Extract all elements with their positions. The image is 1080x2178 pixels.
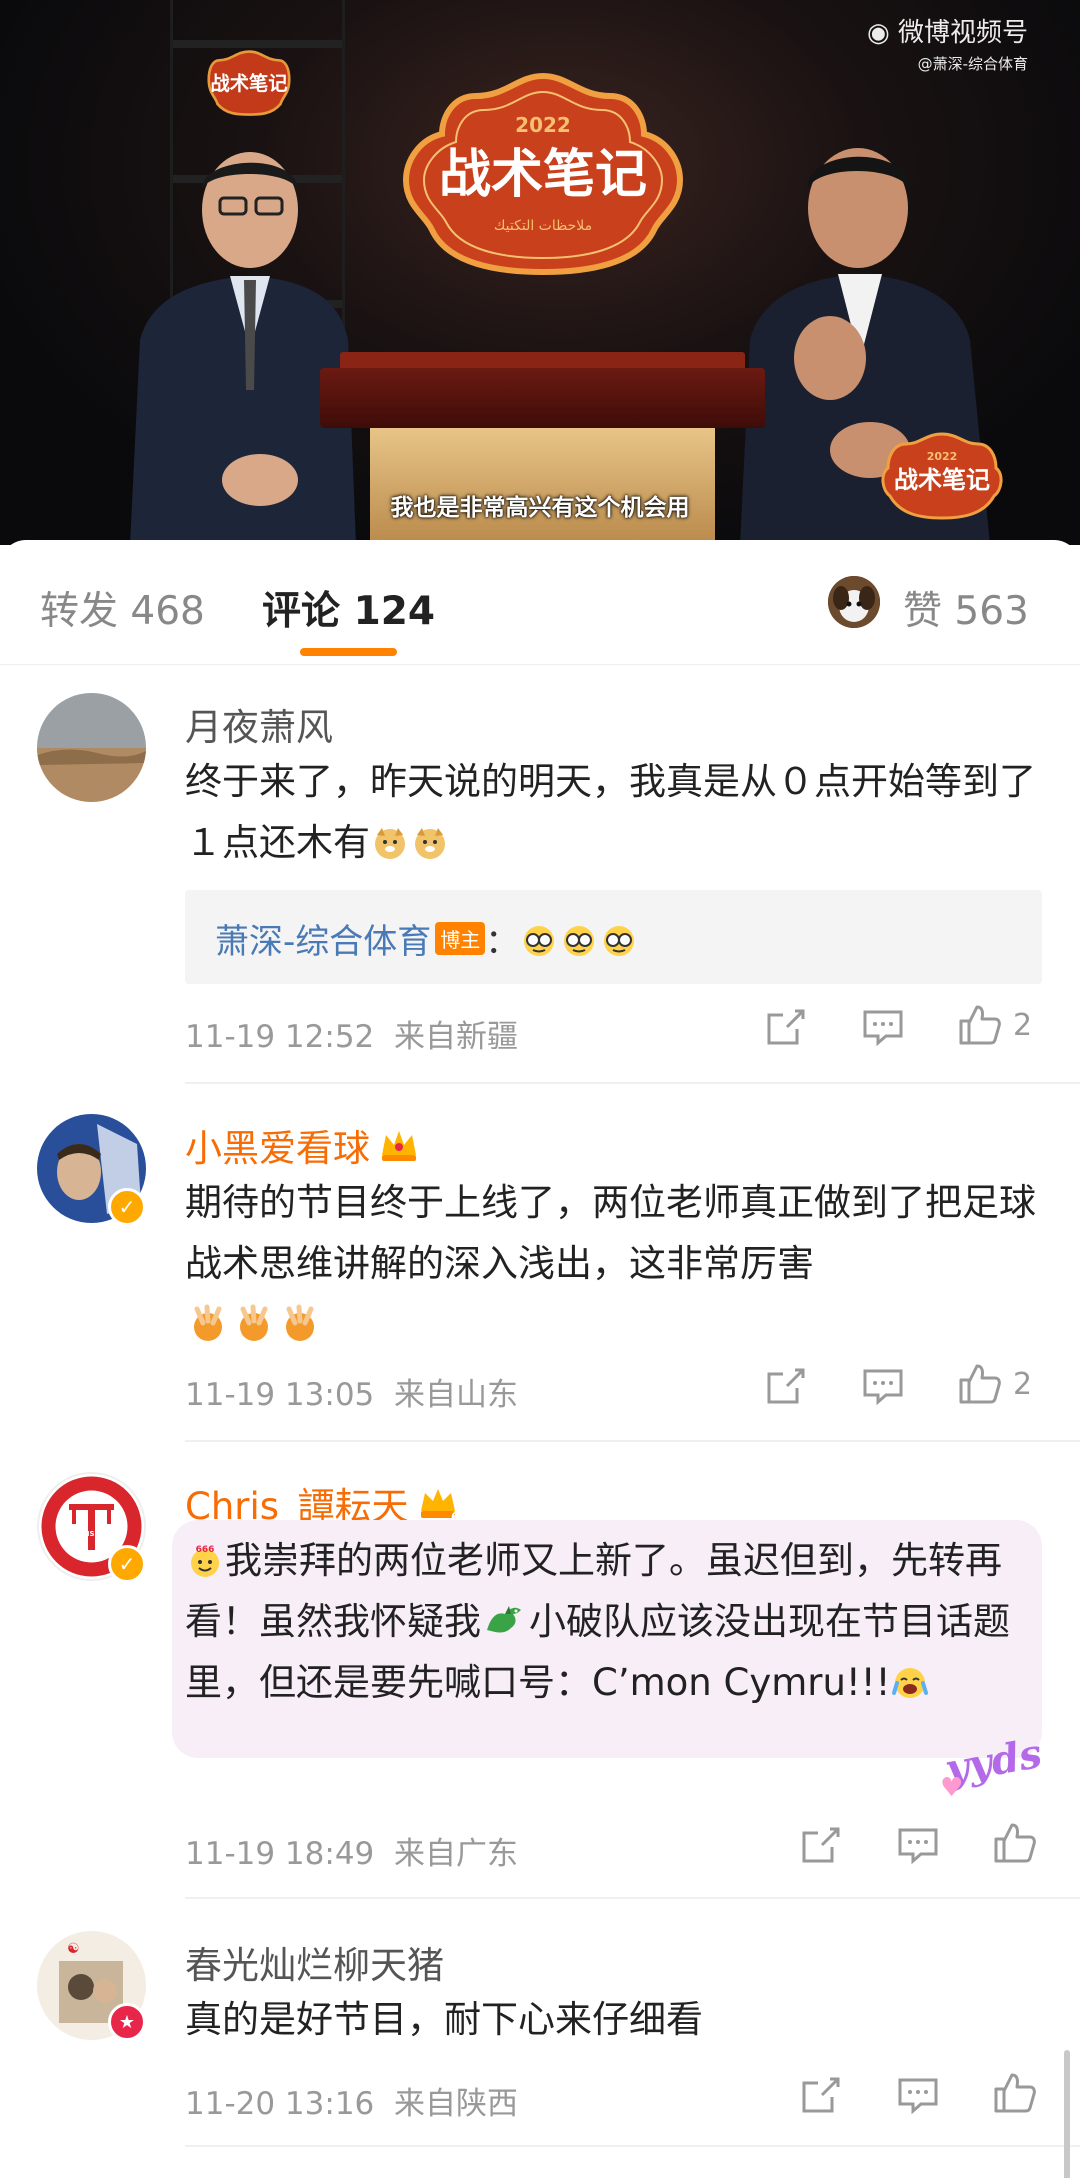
- like-count: 2: [1013, 1007, 1033, 1043]
- verified-badge-icon: ✓: [108, 1545, 146, 1583]
- svg-text:666: 666: [196, 1545, 215, 1555]
- comment-text: 666 我崇拜的两位老师又上新了。虽迟但到，先转再看！虽然我怀疑我 小破队应该没出现…: [185, 1539, 1010, 1704]
- reply-button[interactable]: [862, 1366, 904, 1406]
- verified-badge-icon: ✓: [108, 1188, 146, 1226]
- weibo-video-watermark: ◉ 微博视频号 @萧深-综合体育: [867, 18, 1028, 73]
- tab-bar: 转发 468 评论 124 赞 563: [0, 540, 1080, 665]
- svg-text:2022: 2022: [515, 113, 571, 137]
- comment-text: 真的是好节目，耐下心来仔细看: [185, 1998, 703, 2041]
- comment-icon: [863, 1369, 903, 1406]
- share-button[interactable]: [800, 2075, 842, 2115]
- video-player[interactable]: 战术笔记 2022 战术笔记 ملاحظات التكتيك 2022 战术笔记: [0, 0, 1080, 545]
- tab-like[interactable]: 赞 563: [903, 580, 1029, 636]
- thumbs-up-icon: [994, 1823, 1036, 1863]
- share-icon: [802, 1827, 840, 1863]
- comment-meta: 11-19 13:05 来自山东: [185, 1377, 518, 1413]
- crying-laugh-emoji-icon: [890, 1661, 930, 1704]
- comment-meta: 11-20 13:16 来自陕西: [185, 2086, 518, 2122]
- svg-text:战术笔记: 战术笔记: [439, 145, 647, 205]
- comment-author[interactable]: 月夜萧风: [185, 697, 333, 751]
- share-icon: [767, 1009, 805, 1045]
- like-count: 2: [1013, 1366, 1033, 1402]
- welsh-dragon-icon: [481, 1600, 529, 1643]
- nerd-emoji-icon: [559, 922, 599, 962]
- nerd-emoji-icon: [599, 922, 639, 962]
- reply-button[interactable]: [897, 2075, 939, 2115]
- svg-text:2022: 2022: [927, 450, 958, 463]
- comment-meta: 11-19 18:49 来自广东: [185, 1836, 518, 1872]
- clapping-emoji-icon: [231, 1303, 277, 1346]
- comment-item: 月夜萧风 终于来了，昨天说的明天，我真是从０点开始等到了１点还木有 萧深-综合体…: [0, 665, 1080, 1055]
- show-logo-small: 战术笔记: [207, 50, 291, 116]
- svg-text:战术笔记: 战术笔记: [211, 72, 288, 95]
- comment-author[interactable]: 小黑爱看球: [185, 1118, 420, 1172]
- divider: [185, 2145, 1080, 2147]
- like-button[interactable]: 2: [957, 1003, 1032, 1047]
- 666-emoji-icon: 666: [185, 1539, 225, 1582]
- share-icon: [802, 2077, 840, 2113]
- clapping-emoji-icon: [185, 1303, 231, 1346]
- author-reply[interactable]: 萧深-综合体育 博主：: [185, 890, 1042, 984]
- comment-meta: 11-19 12:52 来自新疆: [185, 1019, 518, 1055]
- comment-icon: [863, 1010, 903, 1047]
- like-button[interactable]: [992, 2071, 1038, 2115]
- tab-active-indicator: [300, 648, 397, 656]
- comment-icon: [898, 1828, 938, 1865]
- share-button[interactable]: [800, 1825, 842, 1865]
- tab-comment[interactable]: 评论 124: [262, 580, 435, 636]
- divider: [185, 1082, 1080, 1084]
- reply-author[interactable]: 萧深-综合体育: [215, 922, 431, 962]
- crown-badge-icon: [382, 1131, 416, 1161]
- svg-text:ملاحظات التكتيك: ملاحظات التكتيك: [494, 218, 592, 234]
- comment-icon: [898, 2078, 938, 2115]
- divider: [185, 1897, 1080, 1899]
- thumbs-up-icon: [959, 1364, 1001, 1404]
- video-subtitle: 我也是非常高兴有这个机会用: [390, 495, 690, 521]
- like-button[interactable]: 2: [957, 1362, 1032, 1406]
- divider: [185, 1440, 1080, 1442]
- doge-emoji-icon: [410, 821, 450, 864]
- like-button[interactable]: [992, 1821, 1038, 1865]
- host-left: [130, 152, 356, 545]
- scrollbar[interactable]: [1064, 2050, 1070, 2178]
- doge-emoji-icon: [370, 821, 410, 864]
- share-button[interactable]: [765, 1007, 807, 1047]
- share-icon: [767, 1368, 805, 1404]
- star-badge-icon: ★: [108, 2003, 146, 2041]
- nerd-emoji-icon: [519, 922, 559, 962]
- svg-text:CHRIS TAN: CHRIS TAN: [71, 1530, 113, 1538]
- comment-panel: 转发 468 评论 124 赞 563 月夜萧风 终于来了，昨天说的明天，我真是…: [0, 540, 1080, 2178]
- weibo-logo-icon: ◉: [867, 18, 898, 48]
- comment-author[interactable]: 春光灿烂柳天猪: [185, 1935, 444, 1989]
- clapping-emoji-icon: [277, 1303, 323, 1346]
- author-badge: 博主: [435, 922, 486, 955]
- comment-text: 终于来了，昨天说的明天，我真是从０点开始等到了１点还木有: [185, 760, 1036, 864]
- tab-repost[interactable]: 转发 468: [40, 580, 205, 636]
- svg-text:☯: ☯: [67, 1941, 80, 1957]
- thumbs-up-icon: [994, 2073, 1036, 2113]
- studio-podium: [370, 428, 715, 545]
- studio-desk: [320, 368, 765, 428]
- reply-button[interactable]: [862, 1007, 904, 1047]
- heart-icon: ♥: [940, 1773, 964, 1803]
- show-logo: 2022 战术笔记 ملاحظات التكتيك: [402, 72, 684, 276]
- avatar[interactable]: [37, 693, 146, 802]
- crown-badge-icon: 6: [420, 1489, 459, 1523]
- share-button[interactable]: [765, 1366, 807, 1406]
- liker-avatar[interactable]: [828, 576, 880, 628]
- comment-text: 期待的节目终于上线了，两位老师真正做到了把足球战术思维讲解的深入浅出，这非常厉害: [185, 1172, 1045, 1355]
- thumbs-up-icon: [959, 1005, 1001, 1045]
- reply-button[interactable]: [897, 1825, 939, 1865]
